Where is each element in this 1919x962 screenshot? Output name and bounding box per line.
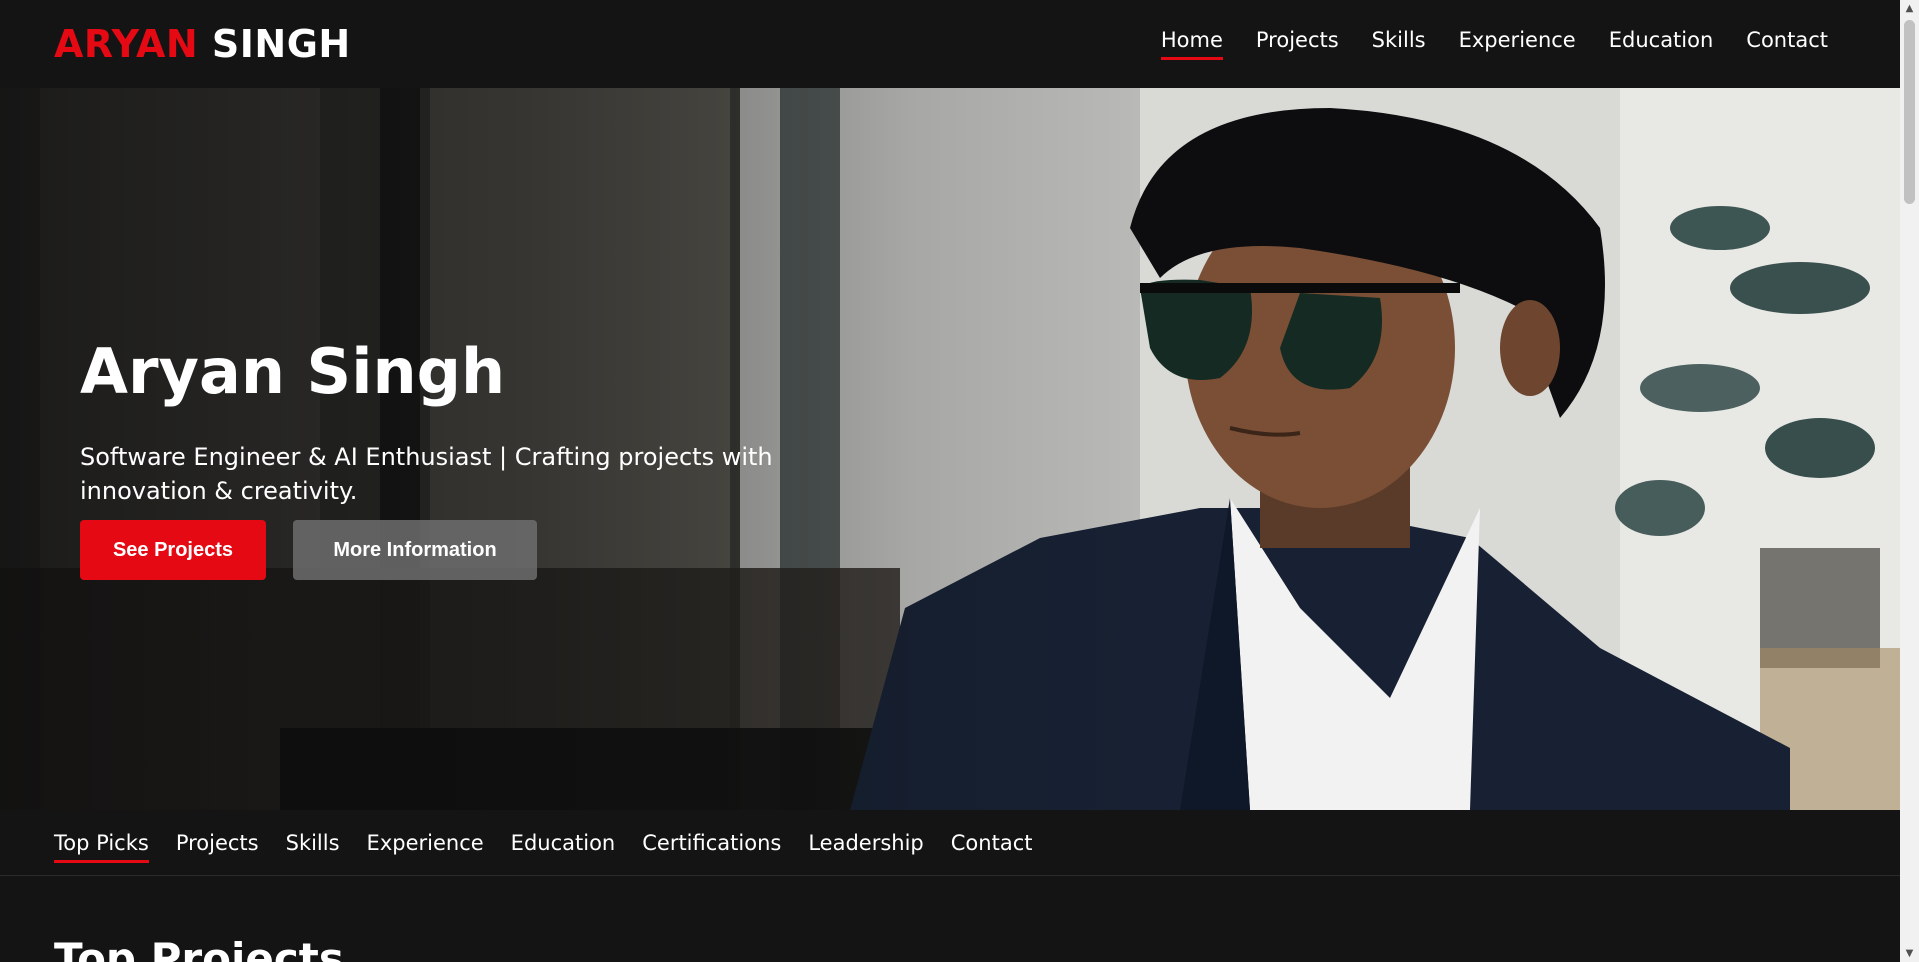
- scroll-down-icon[interactable]: ▼: [1900, 945, 1919, 962]
- scroll-up-icon[interactable]: ▲: [1900, 0, 1919, 17]
- logo-last-name: SINGH: [211, 22, 351, 66]
- logo-first-name: ARYAN: [54, 22, 199, 66]
- top-navbar: ARYAN SINGH Home Projects Skills Experie…: [0, 0, 1900, 88]
- tab-projects[interactable]: Projects: [176, 823, 259, 863]
- site-logo[interactable]: ARYAN SINGH: [54, 22, 351, 66]
- nav-link-projects[interactable]: Projects: [1256, 28, 1339, 60]
- main-nav: Home Projects Skills Experience Educatio…: [1160, 28, 1828, 60]
- tab-contact[interactable]: Contact: [951, 823, 1033, 863]
- scroll-thumb[interactable]: [1904, 20, 1915, 204]
- hero-content: Aryan Singh Software Engineer & AI Enthu…: [80, 335, 800, 581]
- tab-leadership[interactable]: Leadership: [808, 823, 923, 863]
- section-tabs: Top Picks Projects Skills Experience Edu…: [0, 810, 1900, 876]
- tab-skills[interactable]: Skills: [286, 823, 340, 863]
- tab-top-picks[interactable]: Top Picks: [54, 823, 149, 863]
- more-information-button[interactable]: More Information: [293, 520, 537, 581]
- page-scrollbar[interactable]: ▲ ▼: [1900, 0, 1919, 962]
- tab-certifications[interactable]: Certifications: [642, 823, 781, 863]
- tab-experience[interactable]: Experience: [367, 823, 484, 863]
- tab-education[interactable]: Education: [511, 823, 616, 863]
- nav-link-education[interactable]: Education: [1609, 28, 1714, 60]
- nav-link-home[interactable]: Home: [1160, 28, 1223, 60]
- nav-link-skills[interactable]: Skills: [1372, 28, 1426, 60]
- section-title-top-projects: Top Projects: [54, 934, 344, 962]
- nav-link-experience[interactable]: Experience: [1459, 28, 1576, 60]
- see-projects-button[interactable]: See Projects: [80, 520, 266, 581]
- hero-buttons: See Projects More Information: [80, 520, 800, 581]
- viewport: ARYAN SINGH Home Projects Skills Experie…: [0, 0, 1919, 962]
- hero-description: Software Engineer & AI Enthusiast | Craf…: [80, 443, 773, 506]
- hero-banner: Aryan Singh Software Engineer & AI Enthu…: [0, 88, 1900, 810]
- nav-link-contact[interactable]: Contact: [1746, 28, 1828, 60]
- hero-title: Aryan Singh: [80, 335, 506, 408]
